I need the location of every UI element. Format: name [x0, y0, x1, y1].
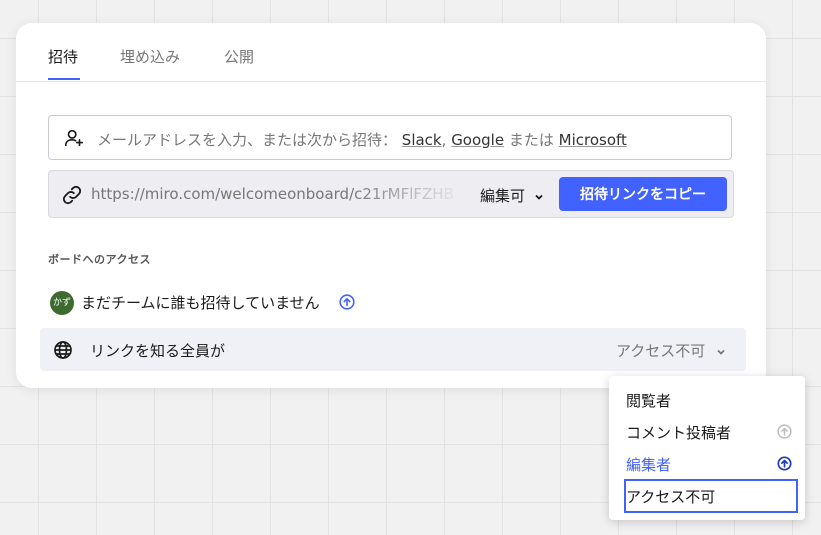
chevron-down-icon	[717, 349, 725, 355]
copy-invite-link-button[interactable]: 招待リンクをコピー	[559, 177, 727, 211]
share-link-row: https://miro.com/welcomeonboard/c21rMFlF…	[48, 170, 734, 218]
globe-icon	[54, 341, 72, 359]
dropdown-item-label: コメント投稿者	[626, 424, 732, 442]
dropdown-item-label: 閲覧者	[626, 392, 672, 410]
dropdown-item-commenter[interactable]: コメント投稿者	[609, 416, 805, 448]
link-access-row[interactable]: リンクを知る全員が アクセス不可	[40, 328, 746, 371]
team-status-text: まだチームに誰も招待していません	[81, 294, 320, 312]
link-access-label: リンクを知る全員が	[90, 342, 226, 360]
tab-bar: 招待 埋め込み 公開	[16, 23, 766, 82]
share-url[interactable]: https://miro.com/welcomeonboard/c21rMFlF…	[91, 185, 463, 203]
access-section-title: ボードへのアクセス	[48, 253, 151, 266]
dropdown-item-label: アクセス不可	[626, 488, 716, 506]
invite-prompt: メールアドレスを入力、または次から招待：	[97, 131, 398, 149]
active-tab-indicator	[48, 78, 80, 80]
tab-invite[interactable]: 招待	[48, 46, 78, 67]
link-permission-value: 編集可	[480, 187, 526, 205]
invite-email-input[interactable]: メールアドレスを入力、または次から招待： Slack, Google または M…	[48, 115, 732, 160]
dropdown-item-editor[interactable]: 編集者	[609, 448, 805, 480]
slack-link[interactable]: Slack	[402, 131, 442, 149]
link-access-value: アクセス不可	[616, 342, 706, 360]
access-dropdown-menu: 閲覧者 コメント投稿者 編集者 アクセス不可	[609, 376, 805, 520]
upgrade-icon[interactable]	[339, 294, 355, 310]
or-text: または	[508, 131, 554, 149]
team-access-row: かず まだチームに誰も招待していません	[48, 291, 448, 317]
link-icon	[62, 185, 82, 205]
dropdown-item-no-access[interactable]: アクセス不可	[624, 479, 798, 513]
team-avatar: かず	[50, 291, 74, 315]
tab-embed[interactable]: 埋め込み	[120, 46, 180, 67]
dropdown-item-label: 編集者	[626, 456, 672, 474]
link-permission-select[interactable]: 編集可	[480, 185, 544, 206]
link-access-select[interactable]: アクセス不可	[616, 340, 726, 361]
dropdown-item-viewer[interactable]: 閲覧者	[609, 384, 805, 416]
upgrade-icon	[777, 456, 792, 471]
chevron-down-icon	[535, 194, 543, 200]
add-user-icon	[64, 129, 84, 147]
microsoft-link[interactable]: Microsoft	[559, 131, 627, 149]
comma-separator: ,	[441, 131, 447, 149]
google-link[interactable]: Google	[451, 131, 504, 149]
share-modal: 招待 埋め込み 公開 メールアドレスを入力、または次から招待： Slack, G…	[16, 23, 766, 388]
tab-publish[interactable]: 公開	[224, 46, 254, 67]
upgrade-icon	[777, 424, 792, 439]
invite-placeholder: メールアドレスを入力、または次から招待： Slack, Google または M…	[97, 129, 627, 150]
